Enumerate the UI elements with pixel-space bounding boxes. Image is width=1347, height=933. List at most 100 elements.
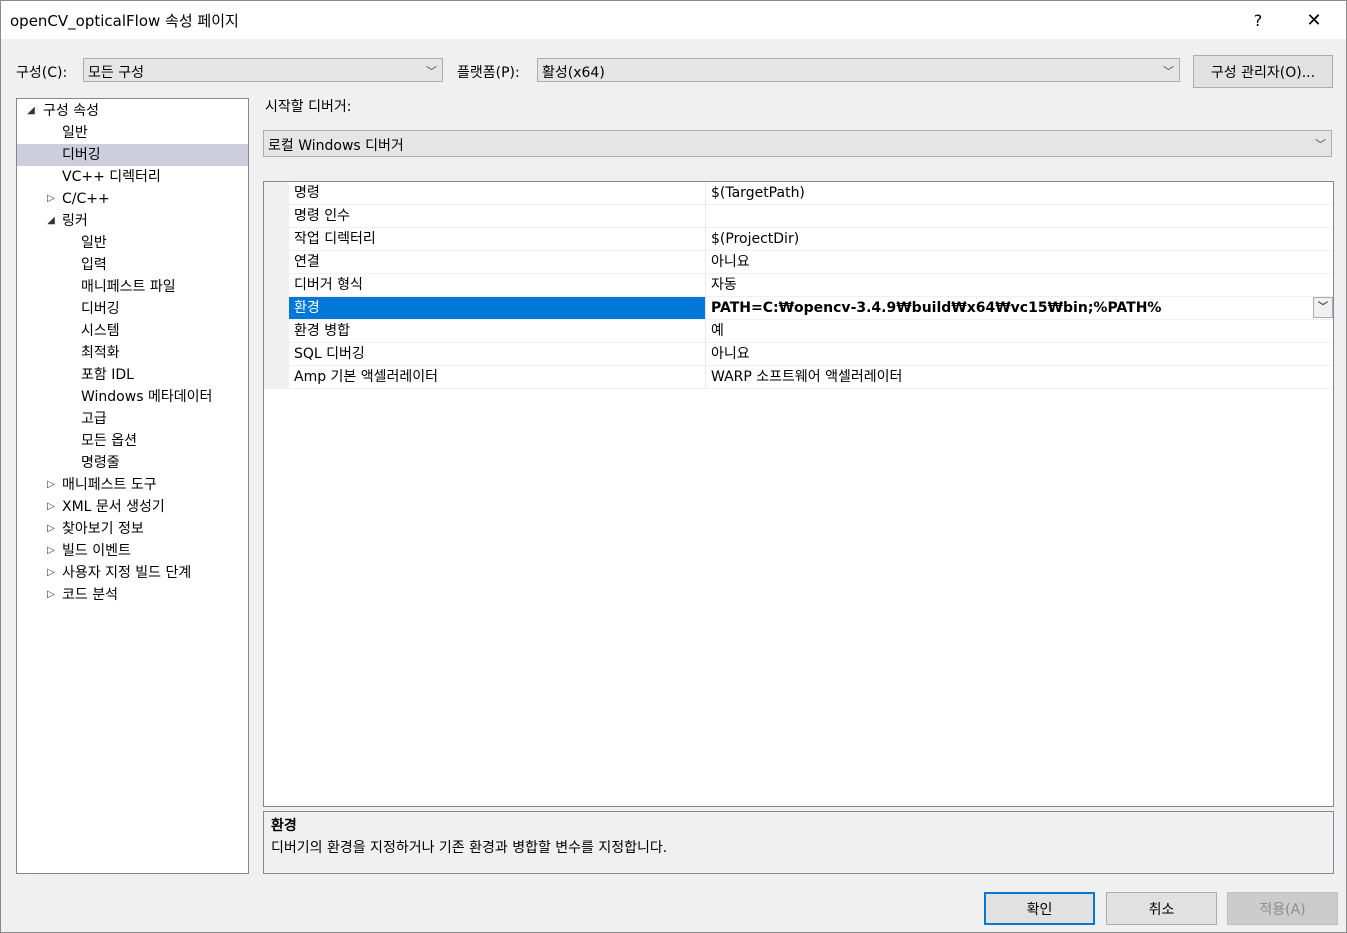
tree-item[interactable]: Windows 메타데이터 <box>17 386 248 408</box>
tree-item-label: 링커 <box>62 213 88 229</box>
platform-select[interactable]: 활성(x64) ﹀ <box>537 58 1180 82</box>
property-value-text: WARP 소프트웨어 액셀러레이터 <box>711 369 903 385</box>
tree-item[interactable]: ▷ 찾아보기 정보 <box>17 518 248 540</box>
tree-item-label: C/C++ <box>62 191 110 207</box>
debugger-select[interactable]: 로컬 Windows 디버거 ﹀ <box>263 130 1332 157</box>
collapse-arrow-icon[interactable]: ◢ <box>45 210 57 232</box>
tree-item[interactable]: 최적화 <box>17 342 248 364</box>
property-value[interactable]: 자동 <box>707 274 1333 296</box>
chevron-down-icon: ﹀ <box>1163 65 1174 78</box>
property-name[interactable]: Amp 기본 액셀러레이터 <box>289 366 706 388</box>
property-name[interactable]: 환경 <box>289 297 706 319</box>
description-text: 디버기의 환경을 지정하거나 기존 환경과 병합할 변수를 지정합니다. <box>271 840 668 856</box>
property-row[interactable]: 명령 인수 <box>289 205 1333 228</box>
property-value[interactable]: $(ProjectDir) <box>707 228 1333 250</box>
tree-item[interactable]: ▷ 매니페스트 도구 <box>17 474 248 496</box>
debugger-select-value: 로컬 Windows 디버거 <box>268 138 404 154</box>
title-bar: openCV_opticalFlow 속성 페이지 ? ✕ <box>1 1 1346 39</box>
collapse-arrow-icon[interactable]: ◢ <box>25 100 37 122</box>
property-value-text: $(TargetPath) <box>711 185 805 201</box>
property-row[interactable]: 명령 $(TargetPath) <box>289 182 1333 205</box>
tree-item[interactable]: ▷ 사용자 지정 빌드 단계 <box>17 562 248 584</box>
property-value[interactable]: $(TargetPath) <box>707 182 1333 204</box>
tree-item-label: 고급 <box>81 411 107 427</box>
expand-arrow-icon[interactable]: ▷ <box>45 188 57 210</box>
tree-item-label: 코드 분석 <box>62 587 118 603</box>
property-name[interactable]: 작업 디렉터리 <box>289 228 706 250</box>
tree-item[interactable]: ▷ C/C++ <box>17 188 248 210</box>
tree-item[interactable]: 포함 IDL <box>17 364 248 386</box>
tree-item[interactable]: ◢ 링커 <box>17 210 248 232</box>
property-value-text: 아니요 <box>711 254 750 270</box>
platform-label: 플랫폼(P): <box>457 65 520 81</box>
tree-item[interactable]: 입력 <box>17 254 248 276</box>
property-row[interactable]: 디버거 형식 자동 <box>289 274 1333 297</box>
expand-arrow-icon[interactable]: ▷ <box>45 518 57 540</box>
config-manager-button[interactable]: 구성 관리자(O)... <box>1193 55 1333 88</box>
property-row[interactable]: Amp 기본 액셀러레이터 WARP 소프트웨어 액셀러레이터 <box>289 366 1333 389</box>
property-row[interactable]: SQL 디버깅 아니요 <box>289 343 1333 366</box>
property-name[interactable]: 환경 병합 <box>289 320 706 342</box>
config-select[interactable]: 모든 구성 ﹀ <box>83 58 443 82</box>
property-value[interactable]: PATH=C:₩opencv-3.4.9₩build₩x64₩vc15₩bin;… <box>707 297 1333 319</box>
tree-item[interactable]: 일반 <box>17 122 248 144</box>
expand-arrow-icon[interactable]: ▷ <box>45 496 57 518</box>
tree-item[interactable]: ▷ 빌드 이벤트 <box>17 540 248 562</box>
tree-item-label: 디버깅 <box>81 301 120 317</box>
property-value[interactable]: 아니요 <box>707 251 1333 273</box>
property-row[interactable]: 환경 병합 예 <box>289 320 1333 343</box>
property-row[interactable]: 작업 디렉터리 $(ProjectDir) <box>289 228 1333 251</box>
tree-item[interactable]: 고급 <box>17 408 248 430</box>
property-name[interactable]: 연결 <box>289 251 706 273</box>
tree-item-label: 명령줄 <box>81 455 120 471</box>
expand-arrow-icon[interactable]: ▷ <box>45 562 57 584</box>
property-row[interactable]: 환경 PATH=C:₩opencv-3.4.9₩build₩x64₩vc15₩bi… <box>289 297 1333 320</box>
expand-arrow-icon[interactable]: ▷ <box>45 584 57 606</box>
property-value-text: $(ProjectDir) <box>711 231 800 247</box>
config-select-value: 모든 구성 <box>88 65 144 81</box>
tree-item-label: 구성 속성 <box>43 103 99 119</box>
property-value[interactable]: 아니요 <box>707 343 1333 365</box>
apply-button[interactable]: 적용(A) <box>1227 892 1338 925</box>
property-name[interactable]: 디버거 형식 <box>289 274 706 296</box>
tree-item[interactable]: ▷ 코드 분석 <box>17 584 248 606</box>
property-value[interactable] <box>707 205 1333 227</box>
tree-item[interactable]: 디버깅 <box>17 144 248 166</box>
expand-arrow-icon[interactable]: ▷ <box>45 474 57 496</box>
property-value-text: 자동 <box>711 277 737 293</box>
tree-item[interactable]: 디버깅 <box>17 298 248 320</box>
property-name[interactable]: 명령 인수 <box>289 205 706 227</box>
tree-item[interactable]: ◢ 구성 속성 <box>17 100 248 122</box>
tree-item-label: 찾아보기 정보 <box>62 521 144 537</box>
property-name[interactable]: 명령 <box>289 182 706 204</box>
help-button[interactable]: ? <box>1235 1 1281 39</box>
tree-item-label: 사용자 지정 빌드 단계 <box>62 565 192 581</box>
tree-item[interactable]: 시스템 <box>17 320 248 342</box>
value-dropdown-button[interactable]: ﹀ <box>1313 297 1333 318</box>
property-grid-gutter <box>264 182 289 389</box>
tree-item[interactable]: 매니페스트 파일 <box>17 276 248 298</box>
property-pages-dialog: openCV_opticalFlow 속성 페이지 ? ✕ 구성(C): 모든 … <box>0 0 1347 933</box>
tree-item[interactable]: VC++ 디렉터리 <box>17 166 248 188</box>
tree-item[interactable]: 명령줄 <box>17 452 248 474</box>
property-value-text: 예 <box>711 323 724 339</box>
property-value-text: PATH=C:₩opencv-3.4.9₩build₩x64₩vc15₩bin;… <box>711 300 1162 316</box>
description-panel: 환경 디버기의 환경을 지정하거나 기존 환경과 병합할 변수를 지정합니다. <box>263 811 1334 874</box>
property-row[interactable]: 연결 아니요 <box>289 251 1333 274</box>
close-button[interactable]: ✕ <box>1291 1 1337 39</box>
ok-button[interactable]: 확인 <box>984 892 1095 925</box>
property-value[interactable]: WARP 소프트웨어 액셀러레이터 <box>707 366 1333 388</box>
tree-item-label: VC++ 디렉터리 <box>62 169 161 185</box>
tree-item[interactable]: 일반 <box>17 232 248 254</box>
config-label: 구성(C): <box>16 65 68 81</box>
expand-arrow-icon[interactable]: ▷ <box>45 540 57 562</box>
category-tree[interactable]: ◢ 구성 속성 일반 디버깅 VC++ 디렉터리 ▷ C/C++ ◢ 링커 일반 입력 매니페스트 파… <box>16 98 249 874</box>
cancel-button[interactable]: 취소 <box>1106 892 1217 925</box>
property-name[interactable]: SQL 디버깅 <box>289 343 706 365</box>
window-title: openCV_opticalFlow 속성 페이지 <box>10 12 239 30</box>
tree-item[interactable]: ▷ XML 문서 생성기 <box>17 496 248 518</box>
property-value[interactable]: 예 <box>707 320 1333 342</box>
tree-item-label: 매니페스트 도구 <box>62 477 157 493</box>
tree-item[interactable]: 모든 옵션 <box>17 430 248 452</box>
tree-item-label: 최적화 <box>81 345 120 361</box>
